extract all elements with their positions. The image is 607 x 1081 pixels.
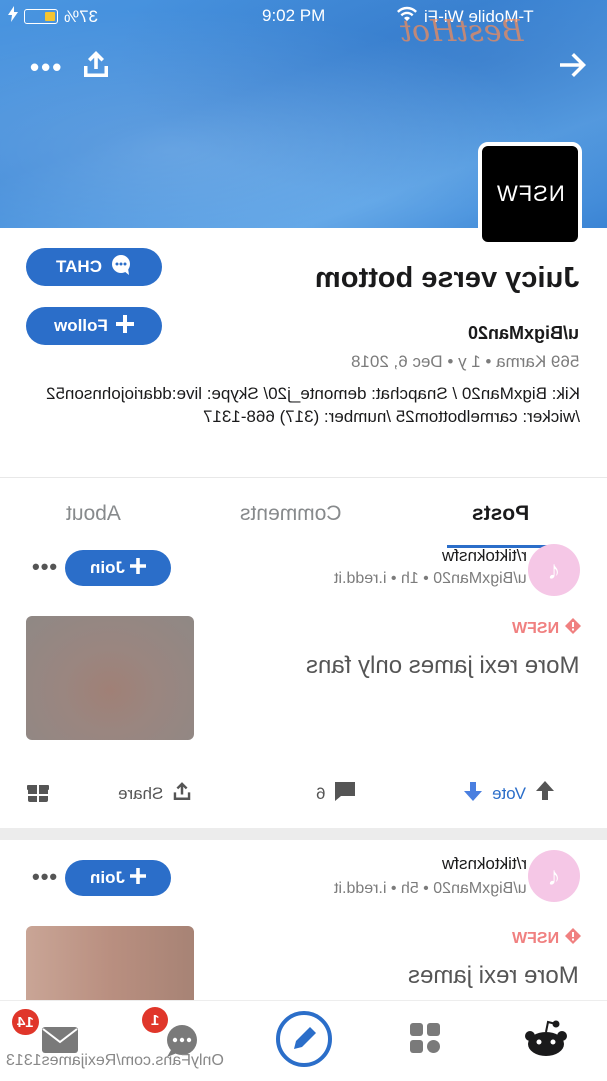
community-avatar: NSFW bbox=[478, 142, 582, 246]
post-title[interactable]: More rexi james only fans bbox=[306, 652, 579, 680]
post-card[interactable]: ♪ r/tiktoknsfw u/BigxMan20 • 5h • i.redd… bbox=[0, 840, 607, 1000]
share-icon[interactable] bbox=[80, 48, 112, 85]
gift-award-icon[interactable] bbox=[26, 780, 50, 804]
profile-bio: Kik: BigxMan20 / Snapchat: demonte_j20/ … bbox=[46, 384, 580, 426]
post-title[interactable]: More rexi james bbox=[408, 962, 579, 990]
downvote-arrow-icon[interactable] bbox=[462, 780, 484, 807]
post-actions: Vote 6 Share bbox=[0, 772, 607, 812]
profile-tabs: Posts Comments About bbox=[0, 477, 607, 551]
nsfw-diamond-icon bbox=[565, 928, 581, 949]
profile-username: u/BigxMan20 bbox=[467, 323, 579, 343]
vote-label: Vote bbox=[492, 783, 527, 803]
share-control[interactable]: Share bbox=[118, 780, 193, 807]
battery-area: 37% bbox=[8, 6, 98, 27]
comments-control[interactable]: 6 bbox=[316, 780, 357, 807]
home-reddit-icon[interactable] bbox=[524, 1019, 568, 1064]
post-meta: u/BigxMan20 • 1h • i.redd.it bbox=[334, 570, 527, 587]
inbox-badge: 14 bbox=[12, 1009, 39, 1035]
charging-icon bbox=[8, 6, 18, 27]
tab-posts[interactable]: Posts bbox=[472, 502, 529, 526]
battery-percent: 37% bbox=[64, 6, 99, 26]
post-subreddit[interactable]: r/tiktoknsfw bbox=[442, 546, 527, 566]
tiktok-subreddit-icon: ♪ bbox=[528, 544, 580, 596]
comment-count: 6 bbox=[316, 783, 326, 803]
post-thumbnail[interactable] bbox=[26, 926, 194, 1000]
more-options-icon[interactable]: ••• bbox=[30, 52, 63, 83]
chat-bubble-icon bbox=[110, 254, 132, 281]
chat-button[interactable]: CHAT bbox=[26, 248, 162, 286]
post-thumbnail[interactable] bbox=[26, 616, 194, 740]
profile-meta: 569 Karma • 1 y • Dec 6, 2018 bbox=[350, 352, 579, 371]
tab-about[interactable]: About bbox=[66, 502, 121, 526]
tab-comments[interactable]: Comments bbox=[240, 502, 342, 526]
nsfw-diamond-icon bbox=[565, 618, 581, 639]
vote-control[interactable]: Vote bbox=[462, 780, 556, 807]
comment-bubble-icon bbox=[333, 780, 357, 807]
share-label: Share bbox=[118, 783, 164, 803]
plus-icon bbox=[130, 557, 147, 579]
watermark-text: OnlyFans.com/Rexijames1313 bbox=[6, 1052, 224, 1069]
nsfw-tag: NSFW bbox=[512, 928, 581, 949]
plus-icon bbox=[130, 867, 147, 889]
post-subreddit[interactable]: r/tiktoknsfw bbox=[442, 854, 527, 874]
follow-button[interactable]: Follow bbox=[26, 307, 162, 345]
share-arrow-icon bbox=[171, 780, 193, 807]
post-more-icon[interactable]: ••• bbox=[32, 864, 58, 890]
forward-arrow-icon[interactable] bbox=[556, 48, 590, 87]
clock: 9:02 PM bbox=[262, 6, 326, 25]
join-button[interactable]: Join bbox=[65, 550, 171, 586]
nsfw-tag: NSFW bbox=[512, 618, 581, 639]
tiktok-subreddit-icon: ♪ bbox=[528, 850, 580, 902]
post-card[interactable]: ♪ r/tiktoknsfw u/BigxMan20 • 1h • i.redd… bbox=[0, 544, 607, 828]
chat-badge: 1 bbox=[142, 1007, 168, 1033]
post-separator bbox=[0, 828, 607, 840]
profile-title: Juicy verse bottom bbox=[314, 262, 579, 294]
plus-icon bbox=[115, 314, 134, 338]
post-meta: u/BigxMan20 • 5h • i.redd.it bbox=[334, 880, 527, 897]
watermark-logo: BestHot bbox=[400, 14, 524, 49]
battery-icon bbox=[24, 9, 58, 24]
post-more-icon[interactable]: ••• bbox=[32, 554, 58, 580]
create-post-icon[interactable] bbox=[274, 1009, 334, 1074]
upvote-arrow-icon[interactable] bbox=[534, 780, 556, 807]
join-button[interactable]: Join bbox=[65, 860, 171, 896]
communities-grid-icon[interactable] bbox=[408, 1021, 442, 1060]
